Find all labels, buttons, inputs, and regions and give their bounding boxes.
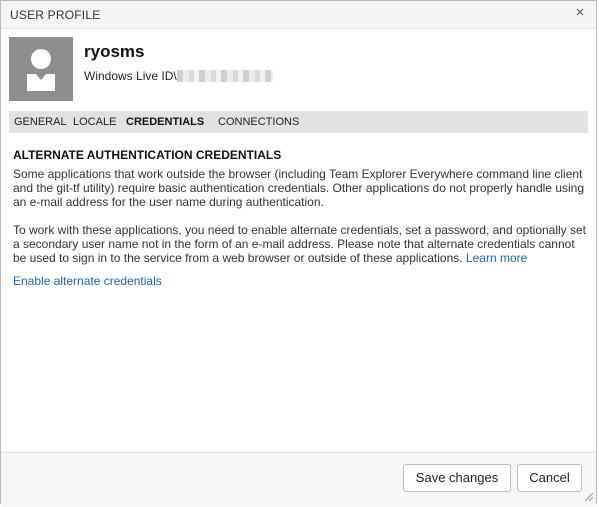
save-changes-button[interactable]: Save changes bbox=[403, 464, 511, 492]
dialog-content: ryosms Windows Live ID\ GENERAL LOCALE C… bbox=[1, 29, 596, 451]
live-id-label: Windows Live ID\ bbox=[84, 69, 177, 83]
resize-grip-icon[interactable] bbox=[582, 489, 594, 502]
credentials-paragraph-2: To work with these applications, you nee… bbox=[13, 223, 587, 265]
profile-username: ryosms bbox=[84, 42, 145, 61]
tab-connections[interactable]: CONNECTIONS bbox=[218, 116, 299, 128]
tab-locale[interactable]: LOCALE bbox=[73, 116, 116, 128]
credentials-paragraph-1: Some applications that work outside the … bbox=[13, 167, 585, 209]
dialog-footer: Save changes Cancel bbox=[1, 452, 596, 506]
learn-more-link[interactable]: Learn more bbox=[466, 251, 527, 265]
profile-tabs: GENERAL LOCALE CREDENTIALS CONNECTIONS bbox=[9, 111, 588, 133]
tab-general[interactable]: GENERAL bbox=[14, 116, 67, 128]
user-avatar-icon bbox=[9, 37, 73, 101]
dialog-titlebar: USER PROFILE × bbox=[1, 1, 596, 29]
cancel-button[interactable]: Cancel bbox=[517, 464, 582, 492]
user-profile-dialog: USER PROFILE × ryosms Windows Live ID\ G… bbox=[0, 0, 597, 506]
close-icon[interactable]: × bbox=[573, 5, 587, 20]
tab-credentials[interactable]: CREDENTIALS bbox=[126, 116, 204, 128]
dialog-title: USER PROFILE bbox=[10, 8, 101, 22]
enable-alternate-credentials-link[interactable]: Enable alternate credentials bbox=[13, 274, 162, 288]
profile-live-id: Windows Live ID\ bbox=[84, 69, 273, 83]
credentials-heading: ALTERNATE AUTHENTICATION CREDENTIALS bbox=[13, 148, 282, 162]
redacted-live-id bbox=[176, 70, 273, 82]
